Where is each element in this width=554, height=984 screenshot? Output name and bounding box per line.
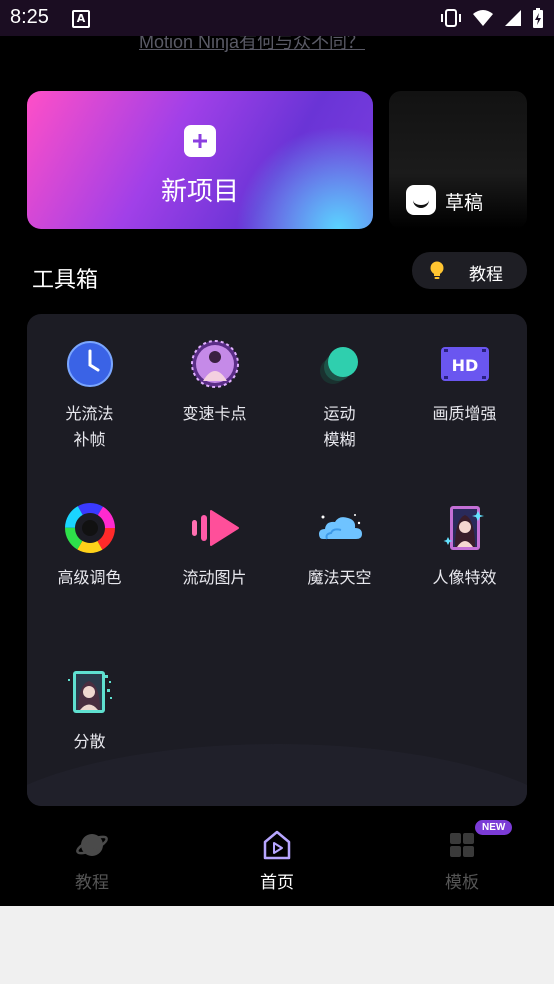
home-play-icon <box>260 828 294 862</box>
tool-label: 画质增强 <box>432 404 497 423</box>
tool-speed-beat[interactable]: 变速卡点 <box>152 339 277 427</box>
dancer-badge-icon <box>190 339 240 389</box>
status-bar: 8:25 A <box>0 0 554 36</box>
tool-label: 变速卡点 <box>182 404 247 423</box>
clock-icon <box>65 339 115 389</box>
new-project-label: 新项目 <box>160 177 239 207</box>
tool-label: 分散 <box>73 732 106 751</box>
tool-label: 高级调色 <box>57 568 122 587</box>
wifi-icon <box>473 10 493 26</box>
tool-label: 运动 模糊 <box>323 404 356 449</box>
nav-label: 模板 <box>445 873 479 893</box>
portrait-effect-icon <box>440 503 490 553</box>
tutorial-button-label: 教程 <box>469 265 503 285</box>
svg-text:HD: HD <box>451 356 478 375</box>
tool-scatter[interactable]: 分散 <box>27 667 152 755</box>
grid-icon: NEW <box>445 820 513 862</box>
tool-portrait-effects[interactable]: 人像特效 <box>402 503 527 591</box>
nav-label: 首页 <box>260 873 294 893</box>
toolbox-panel: 光流法 补帧 变速卡点 运动 模糊 HD 画质增强 高级调色 流动图片 魔法天空… <box>27 314 527 806</box>
tool-label: 流动图片 <box>182 568 247 587</box>
tool-optical-flow[interactable]: 光流法 补帧 <box>27 339 152 453</box>
tool-flowing-image[interactable]: 流动图片 <box>152 503 277 591</box>
tool-quality-enhance[interactable]: HD 画质增强 <box>402 339 527 427</box>
bottom-nav: 教程 首页 NEW 模板 <box>0 806 554 906</box>
battery-charging-icon <box>533 8 543 28</box>
status-time: 8:25 <box>10 6 49 28</box>
planet-icon <box>75 828 109 862</box>
motion-blur-ball-icon <box>315 339 365 389</box>
tool-advanced-grading[interactable]: 高级调色 <box>27 503 152 591</box>
nav-label: 教程 <box>75 873 109 893</box>
new-badge: NEW <box>475 820 513 835</box>
signal-icon <box>505 10 521 26</box>
drafts-button[interactable]: 草稿 <box>389 91 527 229</box>
status-icons <box>440 7 544 29</box>
nav-tab-home[interactable]: 首页 <box>217 828 337 893</box>
drafts-label: 草稿 <box>445 192 484 214</box>
tool-label: 光流法 补帧 <box>65 404 114 449</box>
tool-label: 人像特效 <box>432 568 497 587</box>
toolbox-title: 工具箱 <box>32 268 99 293</box>
new-project-button[interactable]: 新项目 <box>27 91 373 229</box>
tool-label: 魔法天空 <box>307 568 372 587</box>
tutorial-button[interactable]: 教程 <box>412 252 527 289</box>
notification-icon: A <box>72 10 90 28</box>
tool-motion-blur[interactable]: 运动 模糊 <box>277 339 402 453</box>
scatter-portrait-icon <box>65 667 115 717</box>
plus-icon <box>184 125 216 157</box>
color-wheel-icon <box>64 503 115 553</box>
lightbulb-icon <box>430 261 444 279</box>
drafts-icon <box>406 185 436 215</box>
tool-magic-sky[interactable]: 魔法天空 <box>277 503 402 591</box>
nav-tab-templates[interactable]: NEW 模板 <box>402 820 522 893</box>
system-nav-area <box>0 906 554 984</box>
cloud-sky-icon <box>315 503 365 553</box>
play-bars-icon <box>190 503 240 553</box>
hd-film-icon: HD <box>440 339 490 389</box>
nav-tab-tutorials[interactable]: 教程 <box>32 828 152 893</box>
vibrate-icon <box>441 9 461 27</box>
